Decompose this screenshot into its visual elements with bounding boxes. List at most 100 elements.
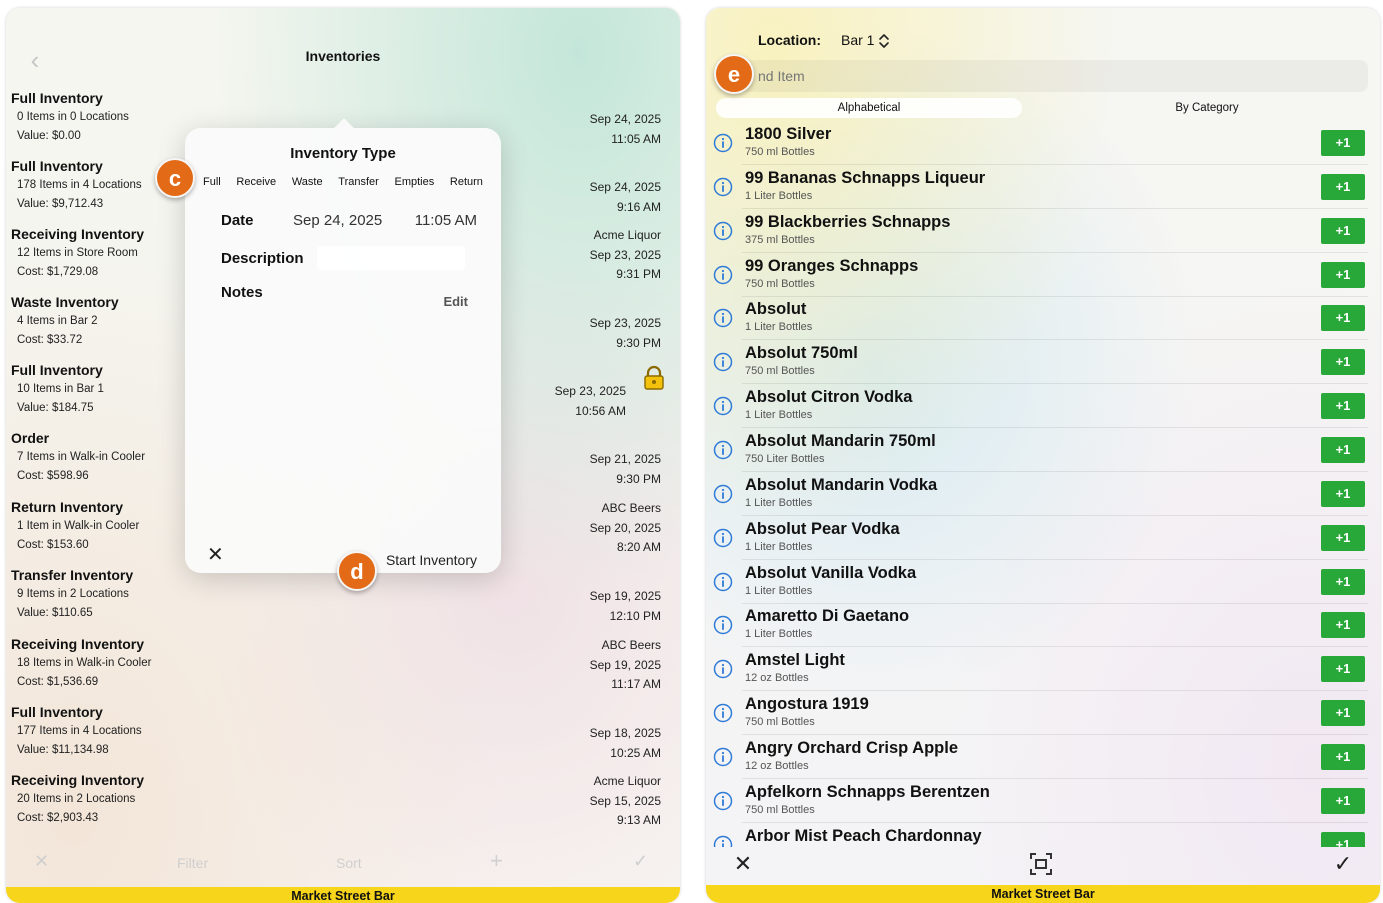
add-one-button[interactable]: +1 [1321,656,1365,683]
date-value[interactable]: Sep 24, 2025 [293,212,382,229]
info-icon[interactable] [713,572,733,592]
type-transfer[interactable]: Transfer [338,176,379,196]
info-icon[interactable] [713,791,733,811]
date-label: Date [221,212,254,229]
list-item[interactable]: Apfelkorn Schnapps Berentzen 750 ml Bottl… [706,779,1380,823]
info-icon[interactable] [713,177,733,197]
inventory-item-count: 0 Items in 0 Locations [17,111,129,123]
type-empties[interactable]: Empties [394,176,434,196]
list-item[interactable]: Absolut Vanilla Vodka 1 Liter Bottles +1 [706,560,1380,604]
item-name: Absolut 750ml [745,344,858,363]
add-one-button[interactable]: +1 [1321,787,1365,814]
type-return[interactable]: Return [450,176,483,196]
inventory-value: Value: $11,134.98 [17,744,109,756]
add-one-button[interactable]: +1 [1321,480,1365,507]
add-one-button[interactable]: +1 [1321,568,1365,595]
item-size: 375 ml Bottles [745,233,815,246]
info-icon[interactable] [713,308,733,328]
type-full[interactable]: Full [203,176,221,196]
location-selector[interactable]: Bar 1 [841,32,890,50]
info-icon[interactable] [713,352,733,372]
list-item[interactable]: Angostura 1919 750 ml Bottles +1 [706,691,1380,736]
info-icon[interactable] [713,659,733,679]
list-item[interactable]: Absolut Citron Vodka 1 Liter Bottles +1 [706,384,1380,429]
barcode-scan-icon[interactable] [1027,850,1055,878]
list-item[interactable]: Absolut Mandarin 750ml 750 Liter Bottles +… [706,428,1380,472]
list-item[interactable]: Absolut Mandarin Vodka 1 Liter Bottles +1 [706,472,1380,516]
list-item[interactable]: Absolut 750ml 750 ml Bottles +1 [706,340,1380,385]
inventory-meta: Sep 24, 2025 11:05 AM [590,110,661,149]
sort-mode-tabs: Alphabetical By Category [716,98,1368,120]
type-receive[interactable]: Receive [236,176,276,196]
info-icon[interactable] [713,221,733,241]
close-icon[interactable]: ✕ [728,849,758,879]
inventory-meta: Sep 23, 2025 10:56 AM [555,382,626,421]
list-item[interactable]: 1800 Silver 750 ml Bottles +1 [706,121,1380,165]
add-one-button[interactable]: +1 [1321,524,1365,551]
tab-by-category[interactable]: By Category [1046,98,1368,118]
description-input[interactable] [317,246,465,270]
add-one-button[interactable]: +1 [1321,393,1365,420]
add-icon[interactable]: + [490,848,503,874]
sort-button[interactable]: Sort [336,855,362,871]
inventory-row[interactable]: Receiving Inventory 20 Items in 2 Locatio… [6,772,680,840]
add-one-button[interactable]: +1 [1321,436,1365,463]
close-icon[interactable]: ✕ [207,545,224,565]
add-one-button[interactable]: +1 [1321,261,1365,288]
tab-alphabetical[interactable]: Alphabetical [716,98,1022,118]
info-icon[interactable] [713,484,733,504]
start-inventory-button[interactable]: Start Inventory [386,552,477,568]
add-one-button[interactable]: +1 [1321,305,1365,332]
inventory-date: Sep 20, 2025 [589,520,661,535]
info-icon[interactable] [713,703,733,723]
inventory-meta: Sep 19, 2025 12:10 PM [590,587,661,626]
find-item-search-input[interactable] [736,60,1368,92]
time-value[interactable]: 11:05 AM [415,212,477,229]
add-one-button[interactable]: +1 [1321,173,1365,200]
inventory-date: Sep 24, 2025 [589,112,661,126]
info-icon[interactable] [713,133,733,153]
add-one-button[interactable]: +1 [1321,349,1365,376]
add-one-button[interactable]: +1 [1321,217,1365,244]
inventory-time: 11:05 AM [611,131,661,146]
add-one-button[interactable]: +1 [1321,700,1365,727]
info-icon[interactable] [713,528,733,548]
filter-button[interactable]: Filter [177,855,208,871]
info-icon[interactable] [713,265,733,285]
checkmark-icon[interactable]: ✓ [633,851,648,872]
item-size: 1 Liter Bottles [745,189,813,202]
type-waste[interactable]: Waste [292,176,323,196]
inventory-meta: ABC Beers Sep 20, 2025 8:20 AM [590,499,661,558]
inventory-time: 10:25 AM [610,745,661,760]
list-item[interactable]: Amstel Light 12 oz Bottles +1 [706,647,1380,692]
list-item[interactable]: Absolut Pear Vodka 1 Liter Bottles +1 [706,516,1380,560]
list-item[interactable]: 99 Oranges Schnapps 750 ml Bottles +1 [706,253,1380,297]
date-picker[interactable]: Sep 24, 2025 11:05 AM [293,212,477,229]
checkmark-icon[interactable]: ✓ [1328,849,1358,879]
info-icon[interactable] [713,440,733,460]
add-one-button[interactable]: +1 [1321,130,1365,156]
inventory-title: Receiving Inventory [11,772,145,788]
item-name: Amaretto Di Gaetano [745,607,910,626]
inventory-title: Full Inventory [11,704,103,720]
inventory-row[interactable]: Full Inventory 177 Items in 4 Locations Va… [6,704,680,772]
list-item[interactable]: 99 Blackberries Schnapps 375 ml Bottles +1 [706,209,1380,253]
list-item[interactable]: Absolut 1 Liter Bottles +1 [706,296,1380,341]
info-icon[interactable] [713,396,733,416]
item-size: 1 Liter Bottles [745,321,813,334]
list-item[interactable]: Angry Orchard Crisp Apple 12 oz Bottles +1 [706,735,1380,779]
add-one-button[interactable]: +1 [1321,612,1365,639]
inventory-meta: Sep 18, 2025 10:25 AM [590,724,661,763]
inventory-type-segmented-control: Full Receive Waste Transfer Empties Retu… [203,176,483,196]
notes-label: Notes [221,284,263,301]
bottom-toolbar: ✕ Filter Sort + ✓ [6,845,680,887]
list-item[interactable]: Amaretto Di Gaetano 1 Liter Bottles +1 [706,603,1380,648]
add-one-button[interactable]: +1 [1321,743,1365,770]
inventory-item-count: 178 Items in 4 Locations [17,179,142,191]
list-item[interactable]: 99 Bananas Schnapps Liqueur 1 Liter Bottl… [706,165,1380,209]
edit-notes-button[interactable]: Edit [443,294,468,309]
info-icon[interactable] [713,747,733,767]
inventory-row[interactable]: Receiving Inventory 18 Items in Walk-in C… [6,636,680,704]
info-icon[interactable] [713,615,733,635]
close-icon[interactable]: ✕ [34,851,49,872]
